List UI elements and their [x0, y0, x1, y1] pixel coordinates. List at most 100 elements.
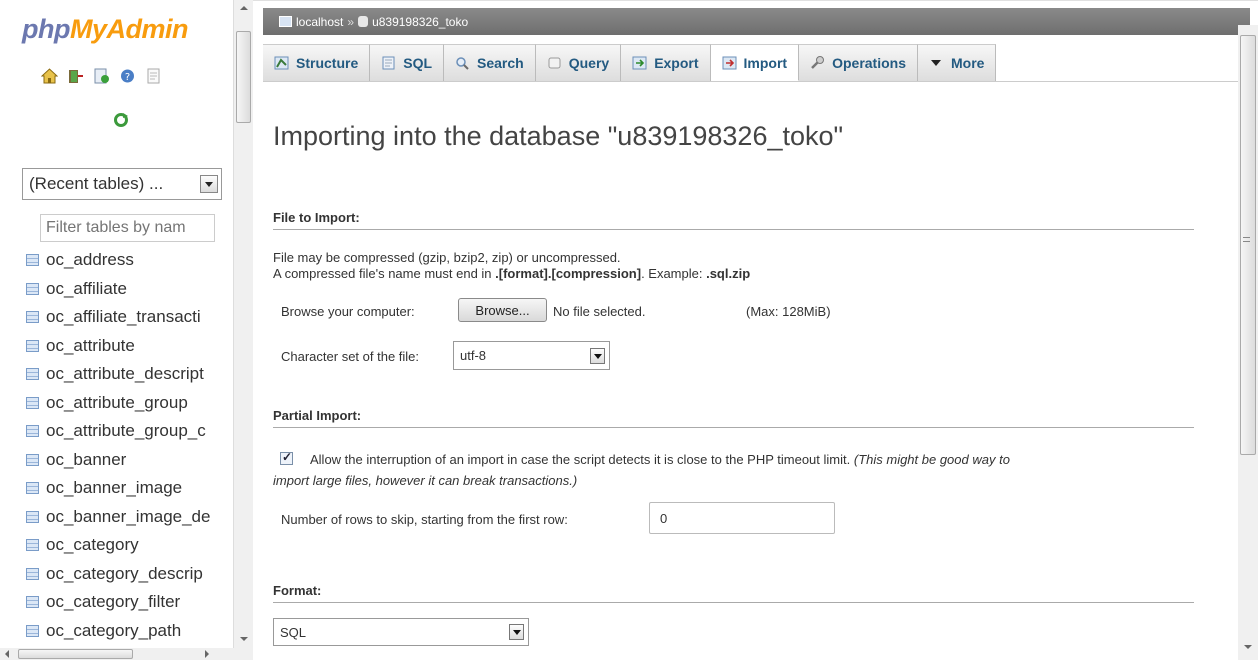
table-name: oc_attribute_group: [46, 392, 188, 412]
tab-import[interactable]: Import: [710, 44, 800, 81]
navigation-horizontal-scrollbar[interactable]: [0, 648, 253, 660]
scrollbar-thumb[interactable]: [1240, 35, 1256, 455]
format-select[interactable]: SQL: [273, 618, 529, 646]
charset-value: utf-8: [460, 348, 487, 363]
main-vertical-scrollbar[interactable]: [1238, 25, 1258, 660]
table-icon: [26, 282, 39, 295]
phpmyadmin-logo[interactable]: phpMyAdmin: [22, 14, 188, 45]
scrollbar-thumb[interactable]: [18, 649, 133, 659]
scroll-up-arrow-icon[interactable]: [234, 0, 253, 17]
table-icon: [26, 396, 39, 409]
tab-sql[interactable]: SQL: [370, 44, 445, 81]
reload-navigation-icon[interactable]: [113, 112, 129, 128]
filename-note: A compressed file's name must end in .[f…: [273, 266, 750, 281]
tab-label: SQL: [403, 55, 433, 71]
rows-skip-input[interactable]: [649, 502, 835, 534]
export-icon: [632, 56, 647, 70]
sql-icon: [382, 56, 395, 70]
max-upload-size: (Max: 128MiB): [746, 304, 831, 319]
table-icon: [26, 254, 39, 267]
filename-note-example: .sql.zip: [706, 266, 751, 281]
navigation-vertical-scrollbar[interactable]: [233, 0, 253, 648]
table-icon: [26, 567, 39, 580]
table-list-item[interactable]: oc_attribute_descript: [26, 360, 210, 389]
format-value: SQL: [280, 624, 307, 640]
tab-structure[interactable]: Structure: [263, 44, 371, 81]
allow-interrupt-label: Allow the interruption of an import in c…: [310, 452, 1010, 467]
table-name: oc_category: [46, 535, 139, 555]
table-icon: [26, 510, 39, 523]
table-name: oc_attribute: [46, 335, 135, 355]
table-list-item[interactable]: oc_banner_image_de: [26, 503, 210, 532]
table-list-item[interactable]: oc_category_path: [26, 617, 210, 646]
exit-icon[interactable]: [67, 67, 84, 84]
browse-label: Browse your computer:: [281, 304, 415, 319]
tab-label: Operations: [832, 55, 906, 71]
breadcrumb-separator: »: [347, 14, 355, 29]
tab-operations[interactable]: Operations: [799, 44, 918, 81]
table-name: oc_banner_image_de: [46, 506, 211, 526]
file-to-import-header: File to Import:: [273, 210, 1194, 230]
format-header: Format:: [273, 583, 1194, 603]
docs-icon[interactable]: [145, 67, 162, 84]
no-file-selected: No file selected.: [553, 304, 646, 319]
table-name: oc_affiliate: [46, 278, 127, 298]
logo-php-text: php: [22, 14, 70, 44]
tab-bar: Structure SQL Search Query Export Import…: [263, 44, 1247, 82]
tab-label: More: [951, 55, 985, 71]
filename-note-mid: . Example:: [641, 266, 707, 281]
home-icon[interactable]: [41, 67, 58, 84]
breadcrumb-server[interactable]: localhost: [296, 15, 343, 29]
tab-label: Export: [654, 55, 699, 71]
table-name: oc_address: [46, 250, 134, 270]
charset-select[interactable]: utf-8: [453, 341, 610, 370]
chevron-down-icon: [200, 175, 218, 193]
chevron-down-icon: [590, 347, 605, 364]
main-content: localhost » u839198326_toko Structure SQ…: [253, 0, 1258, 660]
breadcrumb-database[interactable]: u839198326_toko: [372, 15, 468, 29]
table-list-item[interactable]: oc_affiliate_transacti: [26, 303, 210, 332]
allow-interrupt-note-2: import large files, however it can break…: [273, 473, 578, 488]
filter-tables-input[interactable]: [40, 214, 215, 242]
allow-interrupt-text: Allow the interruption of an import in c…: [310, 452, 851, 467]
sql-query-icon[interactable]: [93, 67, 110, 84]
table-list-item[interactable]: oc_address: [26, 246, 210, 275]
table-icon: [26, 368, 39, 381]
tab-export[interactable]: Export: [621, 44, 711, 81]
tab-query[interactable]: Query: [535, 44, 622, 81]
table-list-item[interactable]: oc_category_filter: [26, 588, 210, 617]
browse-button[interactable]: Browse...: [458, 298, 547, 322]
table-list-item[interactable]: oc_category: [26, 531, 210, 560]
scroll-down-arrow-icon[interactable]: [234, 631, 253, 648]
table-name: oc_attribute_group_c: [46, 421, 206, 441]
table-name: oc_category_path: [46, 620, 182, 640]
table-icon: [26, 624, 39, 637]
table-list-item[interactable]: oc_category_descrip: [26, 560, 210, 589]
scrollbar-grip: [1243, 237, 1250, 242]
table-name: oc_category_filter: [46, 592, 181, 612]
table-icon: [26, 339, 39, 352]
table-list-item[interactable]: oc_attribute: [26, 332, 210, 361]
table-icon: [26, 482, 39, 495]
search-icon: [456, 57, 469, 70]
chevron-down-icon: [509, 624, 524, 640]
table-list-item[interactable]: oc_affiliate: [26, 275, 210, 304]
scrollbar-thumb[interactable]: [236, 31, 251, 123]
table-list-item[interactable]: oc_banner: [26, 446, 210, 475]
tab-search[interactable]: Search: [444, 44, 536, 81]
svg-text:?: ?: [125, 72, 130, 83]
tab-more[interactable]: More: [918, 44, 997, 81]
rows-skip-label: Number of rows to skip, starting from th…: [281, 512, 568, 527]
help-icon[interactable]: ?: [119, 67, 136, 84]
table-name: oc_attribute_descript: [46, 364, 204, 384]
allow-interrupt-checkbox[interactable]: [280, 450, 293, 465]
operations-icon: [811, 56, 825, 69]
structure-icon: [274, 56, 289, 70]
table-icon: [26, 539, 39, 552]
table-name: oc_banner_image: [46, 478, 183, 498]
table-list-item[interactable]: oc_banner_image: [26, 474, 210, 503]
filename-note-prefix: A compressed file's name must end in: [273, 266, 496, 281]
recent-tables-select[interactable]: (Recent tables) ...: [22, 168, 222, 200]
table-list-item[interactable]: oc_attribute_group_c: [26, 417, 210, 446]
table-list-item[interactable]: oc_attribute_group: [26, 389, 210, 418]
